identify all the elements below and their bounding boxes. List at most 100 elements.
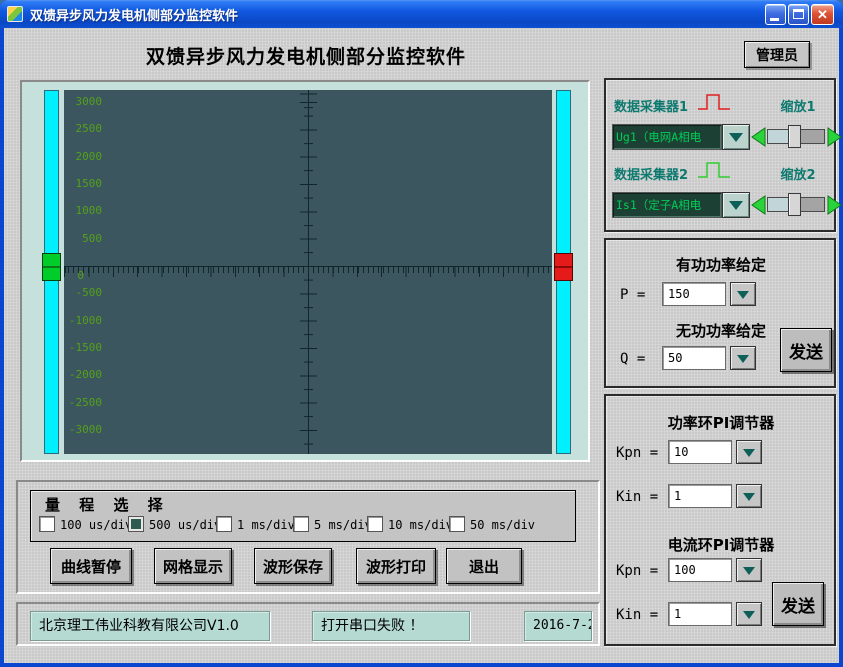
pause-curve-button[interactable]: 曲线暂停 [50,548,132,584]
chevron-down-icon [729,201,743,210]
chevron-down-icon [737,355,749,363]
range-control-group: 量 程 选 择 100 us/div 500 us/div 1 ms/div 5… [16,480,600,594]
close-button[interactable]: ✕ [811,4,834,25]
kin2-label: Kin = [616,607,658,623]
chevron-down-icon [737,291,749,299]
channel2-dropdown-button[interactable] [722,192,750,218]
title-bar: 双馈异步风力发电机侧部分监控软件 ✕ [0,0,843,28]
left-scale-slider[interactable] [44,90,59,454]
minimize-button[interactable] [765,4,786,25]
date-display: 2016-7-27 [524,611,592,641]
y-axis-label: 1500 [66,178,102,190]
data-collector-panel: 数据采集器1 缩放1 Ug1（电网A相电 数据采集器2 缩放2 Is1（定子A相… [604,78,836,232]
kpn1-label: Kpn = [616,445,658,461]
kin2-input[interactable] [668,602,732,626]
y-axis-label: 2000 [66,151,102,163]
close-icon: ✕ [817,7,828,22]
status-bar: 北京理工伟业科教有限公司V1.0 打开串口失败 ！ 2016-7-27 [16,602,600,646]
arrow-right-icon[interactable] [827,194,843,216]
pi-send-button[interactable]: 发送 [772,582,824,626]
zoom1-slider[interactable] [750,126,842,148]
collector1-label: 数据采集器1 [614,96,688,115]
p-label: P = [620,287,645,303]
checkbox-icon[interactable] [128,516,144,532]
maximize-icon [793,9,804,19]
range-option-label: 50 ms/div [470,518,535,532]
checkbox-icon[interactable] [449,516,465,532]
arrow-left-icon[interactable] [750,126,766,148]
channel2-select[interactable]: Is1（定子A相电 [612,192,722,218]
chevron-down-icon [743,611,755,619]
y-axis-label: -2500 [66,397,102,409]
kpn2-label: Kpn = [616,563,658,579]
q-label: Q = [620,351,645,367]
y-axis-label: 500 [66,233,102,245]
y-axis-line [308,90,309,454]
collector2-label: 数据采集器2 [614,164,688,183]
power-send-button[interactable]: 发送 [780,328,832,372]
kpn2-dropdown-button[interactable] [736,558,762,582]
chevron-down-icon [743,449,755,457]
range-option-label: 100 us/div [60,518,132,532]
zoom1-slider-handle[interactable] [788,125,801,148]
checkbox-icon[interactable] [367,516,383,532]
zoom2-slider[interactable] [750,194,842,216]
company-version-label: 北京理工伟业科教有限公司V1.0 [30,611,270,641]
zoom2-slider-handle[interactable] [788,193,801,216]
kin1-input[interactable] [668,484,732,508]
active-power-title: 有功功率给定 [626,254,816,275]
q-input[interactable] [662,346,726,370]
kin1-dropdown-button[interactable] [736,484,762,508]
y-axis-label: 3000 [66,96,102,108]
p-input[interactable] [662,282,726,306]
maximize-button[interactable] [788,4,809,25]
save-waveform-button[interactable]: 波形保存 [254,548,332,584]
range-selection-panel: 量 程 选 择 100 us/div 500 us/div 1 ms/div 5… [30,490,576,542]
chevron-down-icon [729,133,743,142]
range-option-label: 1 ms/div [237,518,295,532]
range-title: 量 程 选 择 [45,494,170,515]
app-icon [7,6,23,22]
kpn1-input[interactable] [668,440,732,464]
left-scale-slider-handle[interactable] [42,253,61,281]
y-axis-label: -1500 [66,342,102,354]
checkbox-icon[interactable] [293,516,309,532]
pulse-waveform-icon-red [696,90,732,114]
arrow-left-icon[interactable] [750,194,766,216]
y-axis-label: -500 [66,287,102,299]
q-dropdown-button[interactable] [730,346,756,370]
y-axis-label: 1000 [66,205,102,217]
channel1-select[interactable]: Ug1（电网A相电 [612,124,722,150]
y-axis-label: -2000 [66,369,102,381]
range-option-label: 5 ms/div [314,518,372,532]
chevron-down-icon [743,567,755,575]
arrow-right-icon[interactable] [827,126,843,148]
window-title: 双馈异步风力发电机侧部分监控软件 [30,5,238,24]
kpn1-dropdown-button[interactable] [736,440,762,464]
current-loop-title: 电流环PI调节器 [626,534,816,555]
y-axis-label: -3000 [66,424,102,436]
oscilloscope-panel: 3000 2500 2000 1500 1000 500 -500 -1000 … [20,80,590,462]
zoom1-label: 缩放1 [752,96,843,115]
pi-regulator-panel: 功率环PI调节器 Kpn = Kin = 电流环PI调节器 Kpn = Kin … [604,394,836,646]
kpn2-input[interactable] [668,558,732,582]
checkbox-icon[interactable] [216,516,232,532]
y-axis-label: 2500 [66,123,102,135]
power-setpoint-panel: 有功功率给定 P = 无功功率给定 Q = 发送 [604,238,836,388]
right-scale-slider[interactable] [556,90,571,454]
chevron-down-icon [743,493,755,501]
minimize-icon [770,18,779,21]
y-axis-label: -1000 [66,315,102,327]
kin2-dropdown-button[interactable] [736,602,762,626]
zoom2-label: 缩放2 [752,164,843,183]
range-option-label: 10 ms/div [388,518,453,532]
admin-button[interactable]: 管理员 [744,41,810,68]
right-scale-slider-handle[interactable] [554,253,573,281]
p-dropdown-button[interactable] [730,282,756,306]
print-waveform-button[interactable]: 波形打印 [356,548,436,584]
kin1-label: Kin = [616,489,658,505]
exit-button[interactable]: 退出 [446,548,522,584]
checkbox-icon[interactable] [39,516,55,532]
channel1-dropdown-button[interactable] [722,124,750,150]
grid-display-button[interactable]: 网格显示 [154,548,232,584]
